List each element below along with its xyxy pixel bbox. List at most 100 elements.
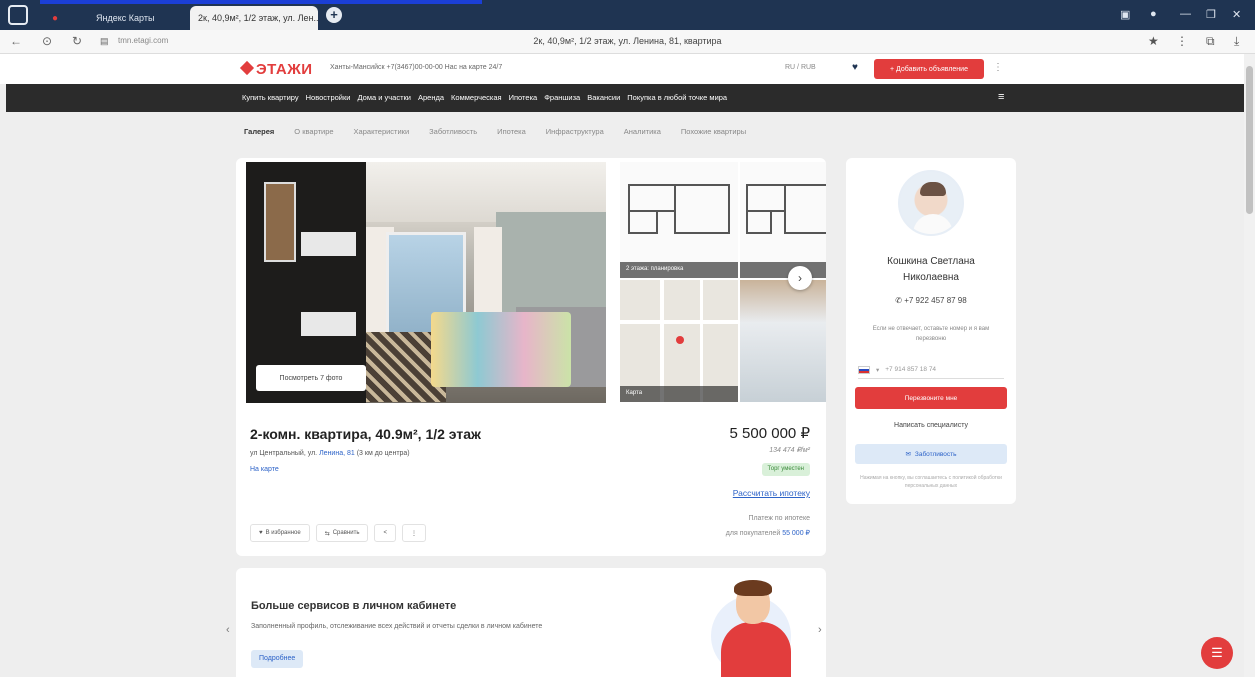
page-scrollbar[interactable]	[1244, 54, 1255, 677]
site-logo[interactable]: ЭТАЖИ	[239, 60, 313, 78]
more-button[interactable]: ⋮	[401, 524, 426, 542]
mortgage-value[interactable]: 55 000 ₽	[782, 530, 810, 537]
tab-infrastructure[interactable]: Инфраструктура	[546, 127, 604, 136]
compare-icon: ⇆	[324, 530, 330, 537]
share-icon: <	[383, 530, 387, 536]
gallery-next-icon[interactable]: ›	[788, 266, 812, 290]
user-icon[interactable]: ⋮	[993, 62, 1003, 73]
heart-icon: ♥	[259, 530, 263, 536]
tab-about[interactable]: О квартире	[294, 127, 333, 136]
apps-icon[interactable]	[8, 5, 28, 25]
plan-room	[628, 210, 658, 234]
callback-button[interactable]: Перезвоните мне	[855, 387, 1007, 409]
city-selector[interactable]: Ханты-Мансийск +7(3467)00-00-00 Нас на к…	[330, 64, 502, 71]
nav-item-houses[interactable]: Дома и участки	[357, 93, 411, 102]
nav-item-mortgage[interactable]: Ипотека	[509, 93, 538, 102]
tabbar-accent	[40, 0, 482, 4]
profile-icon[interactable]: ●	[1150, 8, 1157, 20]
listing-address: ул Центральный, ул. Ленина, 81 (3 км до …	[250, 450, 410, 457]
window-close-icon[interactable]: ✕	[1232, 8, 1241, 21]
flag-icon[interactable]	[858, 365, 870, 374]
compare-label: Сравнить	[332, 530, 360, 536]
maximize-icon[interactable]: ❐	[1206, 8, 1216, 21]
photo-shelf	[301, 232, 356, 256]
share-button[interactable]: <	[374, 524, 396, 542]
tab-label: Яндекс Карты	[96, 13, 155, 23]
new-tab-button[interactable]: +	[326, 7, 342, 23]
promo-illustration	[706, 578, 806, 677]
promo-next-icon[interactable]: ›	[818, 624, 822, 636]
avatar-coat	[913, 214, 953, 234]
tab-specs[interactable]: Характеристики	[354, 127, 410, 136]
hamburger-icon[interactable]: ≡	[998, 91, 1004, 103]
nav-item-world[interactable]: Покупка в любой точке мира	[627, 93, 727, 102]
address-link[interactable]: Ленина, 81	[319, 450, 355, 457]
address-bar: ← ⊙ ↻ ▤ tmn.etagi.com 2к, 40,9м², 1/2 эт…	[0, 30, 1255, 54]
plan-room	[674, 184, 730, 234]
promo-banner: Больше сервисов в личном кабинете Заполн…	[236, 568, 826, 677]
download-icon[interactable]: ⤓	[1234, 34, 1239, 49]
add-listing-button[interactable]: + Добавить объявление	[874, 59, 984, 79]
tab-listing[interactable]: 2к, 40,9м², 1/2 этаж, ул. Лен... ✕	[190, 6, 318, 30]
avatar-hair	[920, 182, 946, 196]
map-road	[700, 280, 703, 402]
mortgage-label: Платеж по ипотеке	[748, 515, 810, 522]
floorplan-thumb-2[interactable]	[740, 162, 826, 278]
minimize-icon[interactable]: —	[1180, 8, 1191, 20]
chat-fab-icon[interactable]: ☰	[1201, 637, 1233, 669]
menu-dots-icon[interactable]: ⋮	[1176, 34, 1188, 48]
main-photo[interactable]: Посмотреть 7 фото	[246, 162, 606, 403]
plan-room	[746, 210, 772, 234]
floorplan-thumb[interactable]: 2 этажа: планировка	[620, 162, 738, 278]
scrollbar-thumb[interactable]	[1246, 66, 1253, 214]
calc-mortgage-link[interactable]: Рассчитать ипотеку	[733, 488, 810, 498]
illustration-body	[721, 622, 791, 677]
chevron-down-icon[interactable]: ▾	[876, 366, 879, 374]
nav-item-new[interactable]: Новостройки	[306, 93, 351, 102]
phone-placeholder: +7 914 857 18 74	[885, 366, 937, 373]
chat-button[interactable]: ✉ Заботливость	[855, 444, 1007, 464]
agent-avatar	[898, 170, 964, 236]
mortgage-payment: для покупателей 55 000 ₽	[726, 529, 810, 537]
compare-button[interactable]: ⇆ Сравнить	[315, 524, 369, 542]
listing-card: Посмотреть 7 фото 2 этажа: планировка Ка…	[236, 158, 826, 556]
extensions-icon[interactable]: ▣	[1120, 8, 1130, 21]
nav-item-vacancies[interactable]: Вакансии	[587, 93, 620, 102]
nav-item-rent[interactable]: Аренда	[418, 93, 444, 102]
promo-more-button[interactable]: Подробнее	[251, 650, 304, 668]
agent-phone[interactable]: ✆ +7 922 457 87 98	[846, 296, 1016, 305]
write-agent-link[interactable]: Написать специалисту	[846, 422, 1016, 429]
nav-item-commercial[interactable]: Коммерческая	[451, 93, 502, 102]
listing-subtabs: Галерея О квартире Характеристики Заботл…	[244, 127, 746, 136]
tab-analytics[interactable]: Аналитика	[624, 127, 661, 136]
agent-name-line1: Кошкина Светлана	[887, 256, 975, 267]
agent-panel: Кошкина Светлана Николаевна ✆ +7 922 457…	[846, 158, 1016, 504]
favorites-icon[interactable]: ♥	[852, 62, 858, 73]
favorite-button[interactable]: ♥ В избранное	[250, 524, 310, 542]
callback-phone-field[interactable]: ▾ +7 914 857 18 74	[858, 361, 1004, 379]
page-title: 2к, 40,9м², 1/2 этаж, ул. Ленина, 81, кв…	[533, 36, 722, 46]
map-pin-icon	[676, 336, 684, 344]
favorite-label: В избранное	[265, 530, 301, 536]
bookmark-icon[interactable]: ★	[1148, 34, 1159, 48]
nav-item-buy[interactable]: Купить квартиру	[242, 93, 299, 102]
map-thumb[interactable]: Карта	[620, 280, 738, 402]
language-selector[interactable]: RU / RUB	[785, 64, 816, 71]
browser-tabbar: ● Яндекс Карты 2к, 40,9м², 1/2 этаж, ул.…	[0, 0, 1255, 30]
tab-care[interactable]: Заботливость	[429, 127, 477, 136]
promo-prev-icon[interactable]: ‹	[226, 624, 230, 636]
on-map-link[interactable]: На карте	[250, 466, 279, 473]
view-photos-button[interactable]: Посмотреть 7 фото	[256, 365, 366, 391]
pinned-tab[interactable]: ●	[44, 6, 84, 30]
tab-similar[interactable]: Похожие квартиры	[681, 127, 746, 136]
nav-item-franchise[interactable]: Франшиза	[544, 93, 580, 102]
address-prefix: ул Центральный, ул.	[250, 450, 318, 457]
price-per-meter: 134 474 ₽/м²	[769, 447, 810, 454]
tab-yandex[interactable]: Яндекс Карты	[88, 6, 184, 30]
kitchen-thumb[interactable]	[740, 280, 826, 402]
logo-icon	[239, 60, 255, 76]
sidepanel-icon[interactable]: ⧉	[1206, 34, 1215, 49]
tab-mortgage[interactable]: Ипотека	[497, 127, 526, 136]
map-road	[620, 320, 738, 324]
tab-gallery[interactable]: Галерея	[244, 127, 274, 136]
